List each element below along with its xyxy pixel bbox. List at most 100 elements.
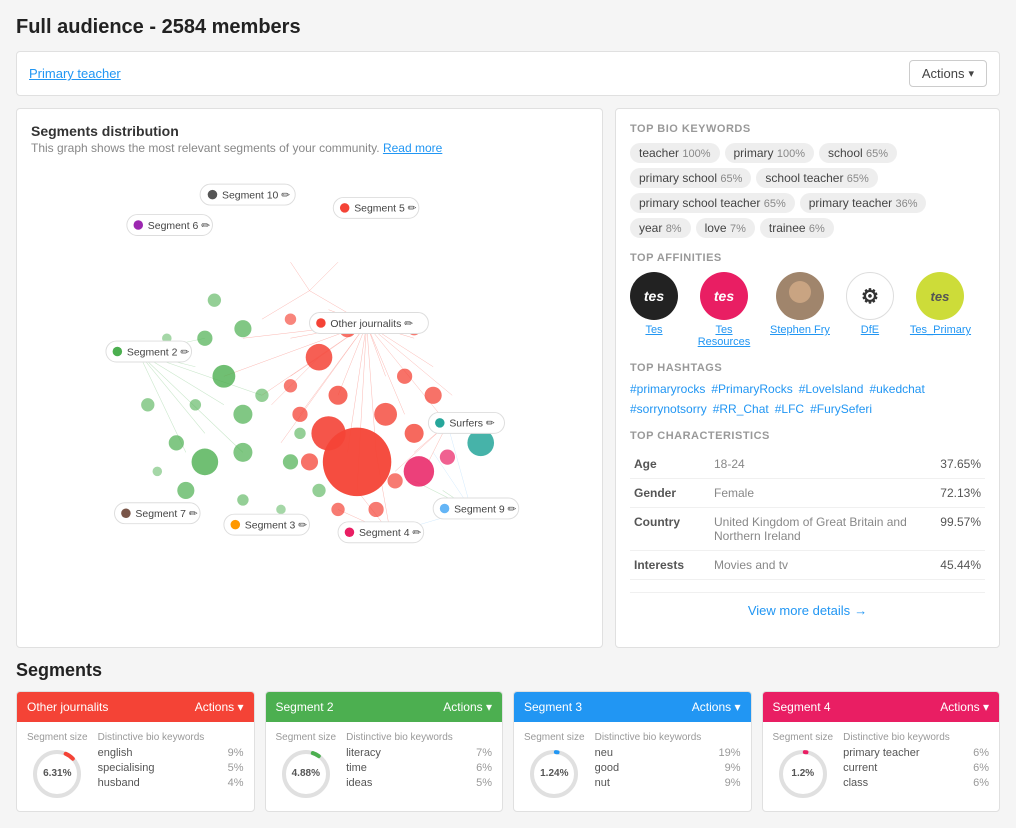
bio-keyword-row: time6%	[346, 762, 492, 774]
donut-label: Segment size	[276, 732, 337, 743]
affinities-row: tes Tes tes Tes Resources Stephen Fry	[630, 272, 985, 348]
svg-text:Segment 4 ✏: Segment 4 ✏	[359, 528, 421, 539]
char-value: Female	[710, 479, 930, 508]
keyword-tag: love 7%	[696, 218, 755, 238]
network-graph: Segment 10 ✏ Segment 6 ✏ Segment 5 ✏ S	[31, 167, 588, 557]
segment-actions-btn[interactable]: Actions ▾	[443, 700, 492, 714]
affinity-dfe[interactable]: ⚙ DfE	[846, 272, 894, 336]
characteristic-row: Age18-2437.65%	[630, 450, 985, 479]
char-value: Movies and tv	[710, 551, 930, 580]
segment-name: Segment 3	[524, 700, 582, 714]
segment-card-body: Segment size 1.24% Distinctive bio keywo…	[514, 722, 751, 811]
characteristic-row: CountryUnited Kingdom of Great Britain a…	[630, 508, 985, 551]
affinity-tes[interactable]: tes Tes	[630, 272, 678, 336]
hashtag-row-1: #primaryrocks #PrimaryRocks #LoveIsland #uk…	[630, 382, 985, 416]
affinities-label: Top affinities	[630, 252, 985, 264]
segments-distribution-panel: Segments distribution This graph shows t…	[16, 108, 603, 648]
donut-label: Segment size	[27, 732, 88, 743]
characteristics-table: Age18-2437.65%GenderFemale72.13%CountryU…	[630, 450, 985, 580]
svg-text:Surfers ✏: Surfers ✏	[449, 419, 495, 430]
donut-container: Segment size 6.31%	[27, 732, 88, 801]
donut-value: 6.31%	[43, 768, 71, 780]
hashtag[interactable]: #ukedchat	[869, 382, 924, 396]
segment-actions-btn[interactable]: Actions ▾	[692, 700, 741, 714]
char-pct: 99.57%	[930, 508, 985, 551]
char-pct: 72.13%	[930, 479, 985, 508]
main-content: Segments distribution This graph shows t…	[16, 108, 1000, 648]
read-more-link[interactable]: Read more	[383, 141, 442, 155]
bio-keyword-row: english9%	[98, 747, 244, 759]
stats-panel: Top bio keywords teacher 100%primary 100…	[615, 108, 1000, 648]
keyword-tags: teacher 100%primary 100%school 65%primar…	[630, 143, 985, 238]
hashtag[interactable]: #PrimaryRocks	[711, 382, 792, 396]
donut-label: Segment size	[524, 732, 585, 743]
segment-actions-btn[interactable]: Actions ▾	[195, 700, 244, 714]
bio-keyword-row: literacy7%	[346, 747, 492, 759]
characteristics-label: Top characteristics	[630, 430, 985, 442]
keyword-tag: teacher 100%	[630, 143, 720, 163]
breadcrumb-link[interactable]: Primary teacher	[29, 66, 121, 81]
affinity-stephen-fry[interactable]: Stephen Fry	[770, 272, 830, 336]
char-value: United Kingdom of Great Britain and Nort…	[710, 508, 930, 551]
keyword-tag: trainee 6%	[760, 218, 834, 238]
char-label: Country	[630, 508, 710, 551]
hashtag[interactable]: #LFC	[775, 402, 804, 416]
bio-keyword-row: husband4%	[98, 777, 244, 789]
donut-wrap: 6.31%	[30, 747, 84, 801]
bio-keywords-title: Distinctive bio keywords	[595, 732, 741, 743]
affinity-tes-resources[interactable]: tes Tes Resources	[694, 272, 754, 348]
char-pct: 45.44%	[930, 551, 985, 580]
bio-keyword-row: nut9%	[595, 777, 741, 789]
bio-keyword-row: primary teacher6%	[843, 747, 989, 759]
bio-keywords-title: Distinctive bio keywords	[98, 732, 244, 743]
segment-card-header: Segment 4 Actions ▾	[763, 692, 1000, 722]
breadcrumb-bar: Primary teacher Actions	[16, 51, 1000, 96]
hashtag[interactable]: #RR_Chat	[713, 402, 769, 416]
hashtag[interactable]: #sorrynotsorry	[630, 402, 707, 416]
donut-wrap: 1.24%	[527, 747, 581, 801]
segment-card-header: Segment 3 Actions ▾	[514, 692, 751, 722]
page-title: Full audience - 2584 members	[16, 16, 1000, 39]
svg-text:Segment 5 ✏: Segment 5 ✏	[354, 204, 416, 215]
char-label: Interests	[630, 551, 710, 580]
bio-keywords-label: Top bio keywords	[630, 123, 985, 135]
segment-name: Segment 4	[773, 700, 831, 714]
characteristic-row: GenderFemale72.13%	[630, 479, 985, 508]
keyword-tag: primary teacher 36%	[800, 193, 927, 213]
hashtag[interactable]: #primaryrocks	[630, 382, 705, 396]
segment-name: Other journalits	[27, 700, 108, 714]
svg-text:Segment 10 ✏: Segment 10 ✏	[222, 190, 290, 201]
segment-actions-btn[interactable]: Actions ▾	[940, 700, 989, 714]
bio-keyword-row: good9%	[595, 762, 741, 774]
segment-card-body: Segment size 4.88% Distinctive bio keywo…	[266, 722, 503, 811]
svg-text:Other journalits ✏: Other journalits ✏	[330, 319, 413, 330]
hashtag[interactable]: #LoveIsland	[799, 382, 864, 396]
characteristic-row: InterestsMovies and tv45.44%	[630, 551, 985, 580]
char-label: Age	[630, 450, 710, 479]
keyword-tag: primary school 65%	[630, 168, 751, 188]
view-more-link[interactable]: View more details →	[630, 592, 985, 618]
char-label: Gender	[630, 479, 710, 508]
segments-title: Segments	[16, 660, 1000, 681]
donut-container: Segment size 1.2%	[773, 732, 834, 801]
donut-wrap: 4.88%	[279, 747, 333, 801]
hashtag[interactable]: #FurySeferi	[810, 402, 872, 416]
segment-card-header: Other journalits Actions ▾	[17, 692, 254, 722]
bio-keywords-col: Distinctive bio keywords neu19%good9%nut…	[595, 732, 741, 801]
segment-name: Segment 2	[276, 700, 334, 714]
affinity-tes-primary[interactable]: tes Tes_Primary	[910, 272, 970, 336]
distribution-subtitle: This graph shows the most relevant segme…	[31, 141, 588, 155]
segments-section: Segments Other journalits Actions ▾ Segm…	[16, 660, 1000, 812]
char-pct: 37.65%	[930, 450, 985, 479]
keyword-tag: primary school teacher 65%	[630, 193, 795, 213]
segment-card-body: Segment size 1.2% Distinctive bio keywor…	[763, 722, 1000, 811]
donut-wrap: 1.2%	[776, 747, 830, 801]
svg-text:Segment 9 ✏: Segment 9 ✏	[454, 504, 516, 515]
svg-text:Segment 2 ✏: Segment 2 ✏	[127, 347, 189, 358]
actions-button[interactable]: Actions	[909, 60, 987, 87]
keyword-tag: school teacher 65%	[756, 168, 877, 188]
network-svg: Segment 10 ✏ Segment 6 ✏ Segment 5 ✏ S	[31, 167, 588, 557]
segment-card-body: Segment size 6.31% Distinctive bio keywo…	[17, 722, 254, 811]
bio-keyword-row: specialising5%	[98, 762, 244, 774]
svg-text:Segment 7 ✏: Segment 7 ✏	[135, 509, 197, 520]
